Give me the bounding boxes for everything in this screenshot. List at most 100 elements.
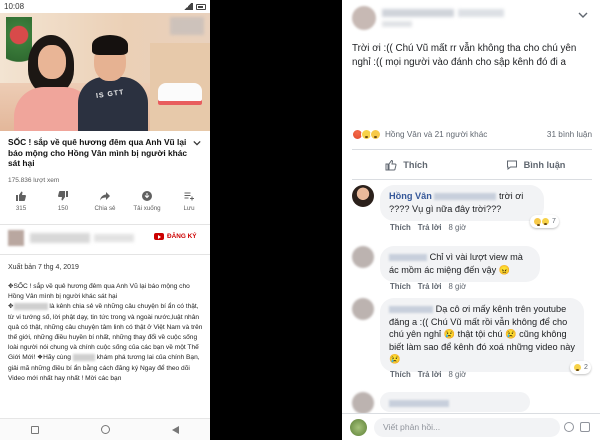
wow-reaction-icon [370, 128, 381, 140]
comment-time: 8 giờ [448, 370, 467, 379]
post-text: Trời ơi :(( Chú Vũ mất rr vẫn không tha … [352, 43, 577, 68]
author-avatar[interactable] [352, 6, 376, 30]
video-player[interactable]: IS GTT [0, 13, 210, 131]
reply-input[interactable]: Viết phản hồi... [374, 418, 560, 437]
download-icon [142, 191, 152, 201]
comment-meta: Thích Trả lời 8 giờ [390, 223, 466, 232]
channel-name-blurred [13, 303, 48, 311]
comment-time: 8 giờ [448, 223, 467, 232]
post-actions: Thích Bình luận [342, 154, 600, 176]
commenter-name[interactable]: Hồng Vân [389, 191, 432, 201]
description-text: là kênh chia sẻ về những câu chuyện bí ẩ… [8, 303, 203, 362]
status-bar: 10:08 [0, 0, 210, 13]
commenter-avatar[interactable] [352, 392, 374, 414]
description-paragraph: ✥ là kênh chia sẻ về những câu chuyện bí… [8, 302, 204, 384]
current-user-avatar [350, 419, 367, 436]
share-label: Chia sẻ [94, 205, 116, 212]
comment-like-link[interactable]: Thích [390, 282, 411, 291]
author-name-blurred [458, 9, 504, 17]
view-count: 175.836 lượt xem [8, 177, 60, 184]
comment-count[interactable]: 31 bình luận [547, 130, 592, 139]
like-button[interactable]: Thích [342, 154, 471, 176]
download-label: Tải xuống [133, 205, 161, 212]
comment-reply-link[interactable]: Trả lời [418, 370, 442, 379]
subscribe-button[interactable]: ĐĂNG KÝ [154, 233, 196, 240]
post-header [342, 0, 600, 34]
divider [0, 224, 210, 225]
comment-like-link[interactable]: Thích [390, 370, 411, 379]
commenter-name-blurred[interactable] [389, 254, 427, 262]
black-separator [210, 0, 342, 440]
commenter-avatar[interactable] [352, 246, 374, 268]
comment-button[interactable]: Bình luận [471, 154, 600, 176]
person-man-hair [92, 35, 128, 55]
reactions-bar[interactable]: Hồng Vân và 21 người khác 31 bình luận [352, 127, 592, 141]
person-woman-face [38, 45, 66, 79]
youtube-logo-icon [154, 233, 164, 240]
facebook-panel: Trời ơi :(( Chú Vũ mất rr vẫn không tha … [342, 0, 600, 440]
subscribe-label: ĐĂNG KÝ [167, 233, 197, 240]
publish-date: Xuất bản 7 thg 4, 2019 [8, 264, 79, 271]
camera-icon[interactable] [580, 422, 590, 432]
video-cake [158, 83, 202, 105]
like-button[interactable]: 315 [3, 190, 39, 220]
share-icon [100, 192, 110, 201]
divider [0, 254, 210, 255]
comment-reactions[interactable]: 7 [530, 215, 559, 228]
commenter-avatar[interactable] [352, 185, 374, 207]
back-icon[interactable] [172, 425, 179, 434]
youtube-panel: 10:08 IS GTT SỐC ! sắp về quê hương đêm … [0, 0, 210, 440]
dislike-button[interactable]: 150 [45, 190, 81, 220]
comment-icon [506, 160, 517, 171]
video-description: ✥SỐC ! sắp về quê hương đêm qua Anh Vũ l… [8, 282, 204, 384]
save-button[interactable]: Lưu [171, 190, 207, 220]
comment-meta: Thích Trả lời 8 giờ [390, 282, 466, 291]
reaction-count: 7 [552, 218, 556, 225]
battery-icon [196, 3, 206, 10]
post-time-blurred [382, 21, 412, 27]
tagged-name-blurred[interactable] [434, 193, 497, 201]
description-line: ✥SỐC ! sắp về quê hương đêm qua Anh Vũ l… [8, 283, 190, 301]
channel-subs-blurred [94, 234, 134, 242]
signal-icon [183, 3, 193, 10]
comment-bubble [380, 392, 530, 412]
recent-apps-icon[interactable] [31, 425, 39, 434]
reaction-count: 2 [584, 364, 588, 371]
commenter-name-blurred[interactable] [389, 400, 449, 408]
add-to-playlist-icon [184, 192, 194, 201]
chevron-down-icon[interactable] [578, 10, 588, 20]
reaction-names[interactable]: Hồng Vân và 21 người khác [385, 130, 487, 139]
channel-avatar[interactable] [8, 230, 24, 246]
video-title: SỐC ! sắp về quê hương đêm qua Anh Vũ lạ… [8, 137, 188, 168]
share-button[interactable]: Chia sẻ [87, 190, 123, 220]
reply-composer: Viết phản hồi... [342, 413, 600, 440]
comment-like-link[interactable]: Thích [390, 223, 411, 232]
thumbs-up-icon [16, 191, 26, 201]
home-icon[interactable] [101, 425, 110, 434]
android-nav-bar [0, 418, 210, 440]
person-man-body [78, 77, 148, 131]
author-name-blurred[interactable] [382, 9, 454, 17]
comment-reactions[interactable]: 2 [570, 361, 591, 374]
download-button[interactable]: Tải xuống [129, 190, 165, 220]
dislike-count: 150 [57, 205, 69, 212]
emoji-icon[interactable] [564, 422, 574, 432]
status-icons [183, 3, 206, 10]
comment-label: Bình luận [523, 160, 566, 170]
save-label: Lưu [183, 205, 195, 212]
composer-icons [564, 422, 590, 432]
like-count: 315 [15, 205, 27, 212]
comment-reply-link[interactable]: Trả lời [418, 223, 442, 232]
comment-bubble: Chỉ vì vài lượt view mà ác mồm ác miệng … [380, 246, 540, 282]
commenter-name-blurred[interactable] [389, 306, 433, 314]
video-actions: 315 150 Chia sẻ Tải xuống Lưu [0, 190, 210, 220]
comment-bubble: Dạ cô ơi mấy kênh trên youtube đăng a :(… [380, 298, 584, 372]
channel-name-blurred[interactable] [30, 233, 90, 243]
sad-reaction-icon [573, 363, 582, 372]
divider [352, 179, 592, 180]
comment-meta: Thích Trả lời 8 giờ [390, 370, 466, 379]
commenter-avatar[interactable] [352, 298, 374, 320]
expand-chevron-icon[interactable] [193, 139, 201, 147]
comment-reply-link[interactable]: Trả lời [418, 282, 442, 291]
like-label: Thích [403, 160, 428, 170]
